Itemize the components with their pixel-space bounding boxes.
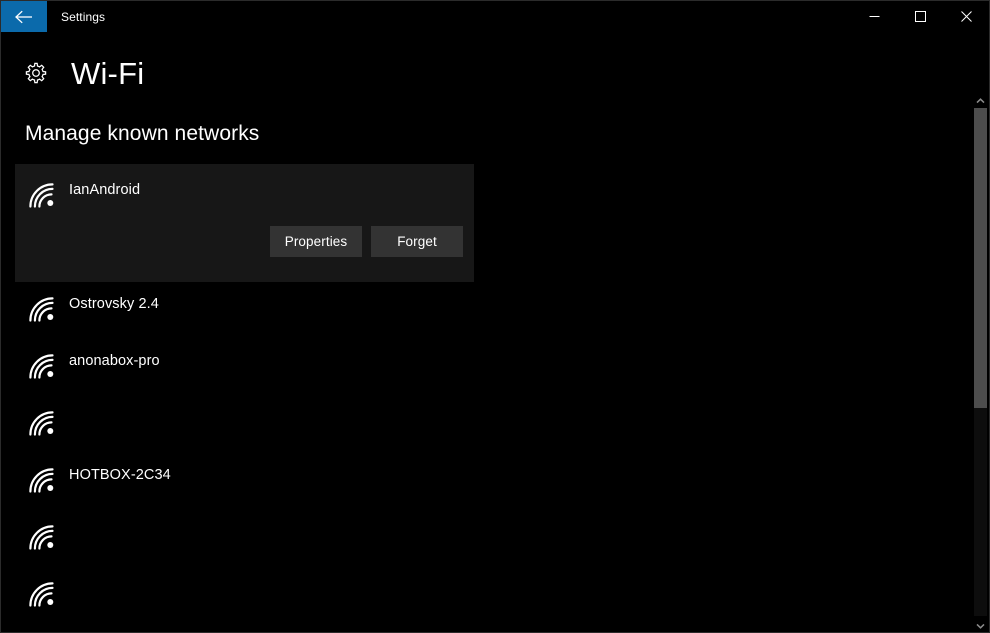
network-item[interactable]: Ostrovsky 2.4 [15,282,474,339]
minimize-icon [869,11,880,22]
close-icon [960,11,972,22]
network-item-selected[interactable]: IanAndroid Properties Forget [15,164,474,282]
title-bar: Settings [1,1,989,32]
network-name: anonabox-pro [69,353,160,369]
network-item[interactable] [15,396,474,453]
caption-button-group [851,1,989,32]
scroll-up-button[interactable] [972,91,988,108]
known-networks-list: IanAndroid Properties Forget Ostrovsky 2.4 a… [1,164,969,624]
window-title: Settings [61,9,106,24]
arrow-left-icon [14,10,34,24]
vertical-scrollbar[interactable] [972,91,988,633]
page-title: Wi-Fi [71,55,145,91]
section-heading: Manage known networks [25,122,260,145]
network-item[interactable] [15,567,474,624]
wifi-icon [15,339,69,379]
properties-button[interactable]: Properties [270,226,362,257]
back-button[interactable] [1,1,47,32]
network-name: IanAndroid [69,182,141,198]
maximize-icon [914,11,926,22]
content-area: Manage known networks IanAndroid Properti… [1,101,969,632]
network-name [69,396,474,414]
chevron-up-icon [975,91,985,109]
wifi-icon [15,164,69,208]
network-item[interactable] [15,510,474,567]
settings-window: Settings Wi-Fi Manage known networks Ian… [0,0,990,633]
forget-button[interactable]: Forget [371,226,463,257]
network-card-actions: Properties Forget [15,226,474,274]
maximize-button[interactable] [897,1,943,32]
network-name: Ostrovsky 2.4 [69,296,159,312]
wifi-icon [15,510,69,550]
network-name [69,510,474,528]
gear-icon [13,61,59,85]
close-button[interactable] [943,1,989,32]
scroll-track[interactable] [973,108,987,616]
network-item[interactable]: HOTBOX-2C34 [15,453,474,510]
minimize-button[interactable] [851,1,897,32]
chevron-down-icon [975,616,985,633]
wifi-icon [15,567,69,607]
wifi-icon [15,282,69,322]
wifi-icon [15,396,69,436]
network-name [69,567,474,585]
wifi-icon [15,453,69,493]
network-item[interactable]: anonabox-pro [15,339,474,396]
network-name: HOTBOX-2C34 [69,467,171,483]
scroll-thumb[interactable] [973,108,987,408]
scroll-down-button[interactable] [972,616,988,633]
page-header: Wi-Fi [1,49,144,97]
